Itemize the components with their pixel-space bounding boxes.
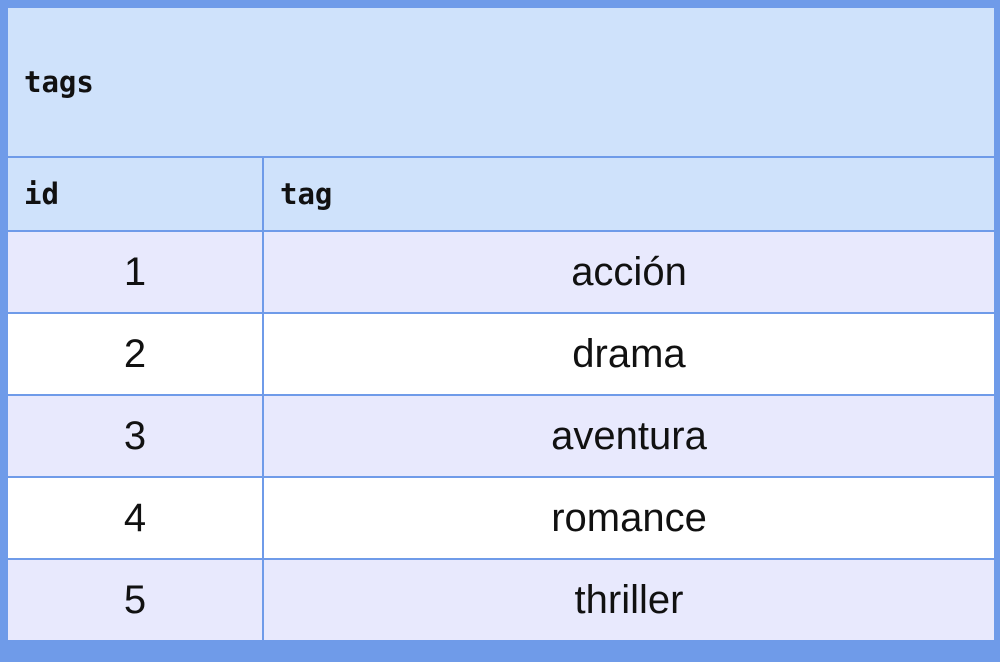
table-row: 2 drama xyxy=(6,312,996,396)
cell-tag: aventura xyxy=(262,394,996,478)
cell-id: 3 xyxy=(6,394,264,478)
table-name: tags xyxy=(6,6,996,158)
table-row: 1 acción xyxy=(6,230,996,314)
cell-id: 4 xyxy=(6,476,264,560)
table-row: 5 thriller xyxy=(6,558,996,642)
cell-id: 1 xyxy=(6,230,264,314)
cell-id: 2 xyxy=(6,312,264,396)
table-row: 4 romance xyxy=(6,476,996,560)
cell-tag: acción xyxy=(262,230,996,314)
cell-tag: thriller xyxy=(262,558,996,642)
table-row: 3 aventura xyxy=(6,394,996,478)
table-title-row: tags xyxy=(6,6,996,158)
column-header-id: id xyxy=(6,156,264,232)
cell-tag: drama xyxy=(262,312,996,396)
tags-table: tags id tag 1 acción 2 drama 3 aventura … xyxy=(6,6,996,642)
column-header-row: id tag xyxy=(6,156,996,232)
cell-id: 5 xyxy=(6,558,264,642)
column-header-tag: tag xyxy=(262,156,996,232)
table-frame: tags id tag 1 acción 2 drama 3 aventura … xyxy=(0,0,1000,662)
cell-tag: romance xyxy=(262,476,996,560)
